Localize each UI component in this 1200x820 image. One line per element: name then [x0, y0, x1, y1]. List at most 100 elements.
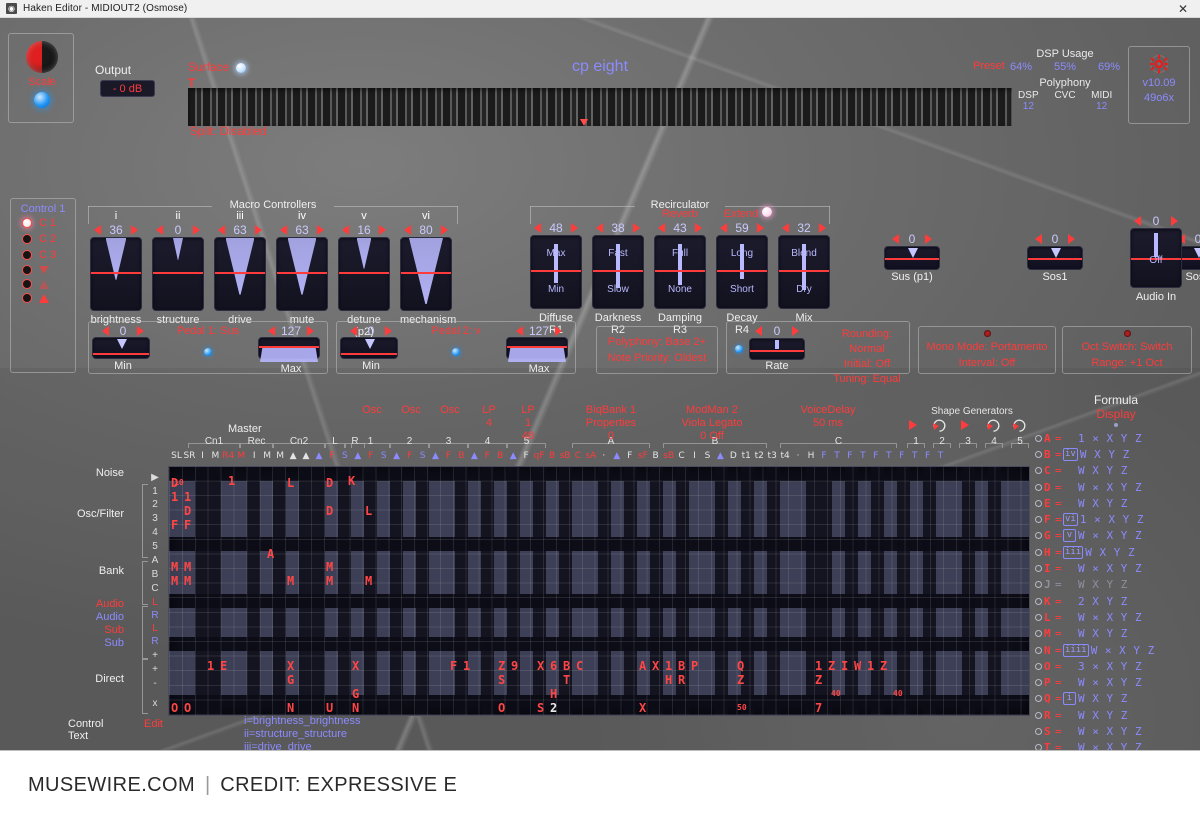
macro-slot-1[interactable] [90, 237, 142, 311]
matrix-cell-68[interactable]: 40 [893, 688, 903, 700]
control-radio-row-3[interactable]: C 3 [11, 247, 75, 263]
matrix-cell-45[interactable]: S [537, 702, 544, 714]
pedal-min-nav-1[interactable]: 0 [92, 324, 154, 338]
matrix-cell-43[interactable]: C [576, 660, 583, 672]
macro-nav-2[interactable]: 0 [152, 223, 204, 237]
formula-row-8[interactable]: H = iii W X Y Z [1035, 544, 1197, 560]
formula-radio-11[interactable] [1035, 597, 1042, 605]
formula-radio-16[interactable] [1035, 679, 1042, 687]
macro-nav-5[interactable]: 16 [338, 223, 390, 237]
arrow-right-icon[interactable] [385, 325, 392, 336]
arrow-right-icon[interactable] [307, 325, 314, 336]
rate-slot[interactable] [749, 338, 805, 360]
pedal-slider-thumb[interactable] [908, 248, 918, 258]
pedal-min-slider-1[interactable]: 0 Min [92, 324, 154, 372]
matrix-cell-51[interactable]: B [678, 660, 685, 672]
matrix-cell-66[interactable]: 7 [815, 702, 822, 714]
formula-row-3[interactable]: C = W X Y Z [1035, 463, 1197, 479]
matrix-cell-10[interactable]: L [287, 477, 294, 489]
matrix-cell-17[interactable]: M [184, 575, 191, 587]
matrix-cell-40[interactable]: X [537, 660, 544, 672]
formula-radio-10[interactable] [1035, 581, 1042, 589]
matrix-cell-42[interactable]: B [563, 660, 570, 672]
matrix-cell-60[interactable]: Z [828, 660, 835, 672]
recirc-nav-2[interactable]: 38 [592, 221, 644, 235]
matrix-cell-58[interactable]: 50 [737, 702, 747, 714]
matrix-cell-16[interactable]: M [171, 575, 178, 587]
loop-arrow-icon-4[interactable] [984, 416, 1002, 434]
arrow-left-icon[interactable] [596, 223, 603, 233]
arrow-left-icon[interactable] [342, 225, 349, 235]
matrix-cell-6[interactable]: 1 [184, 491, 191, 503]
radio-2[interactable] [22, 234, 32, 244]
arrow-left-icon[interactable] [658, 223, 665, 233]
formula-rows[interactable]: A = 1 × X Y Z B = iv W X Y Z C = W X Y Z D = W × X Y… [1035, 430, 1197, 750]
macro-slot-5[interactable] [338, 237, 390, 311]
matrix-cell-7[interactable]: D [184, 505, 191, 517]
matrix-cell-37[interactable]: 9 [511, 660, 518, 672]
matrix-cell-25[interactable]: X [287, 660, 294, 672]
matrix-cell-4[interactable]: D [171, 477, 178, 489]
matrix-cell-44[interactable]: T [563, 674, 570, 686]
pedal-slider-track-2[interactable] [1027, 246, 1083, 270]
matrix-cell-59[interactable]: 1 [815, 660, 822, 672]
formula-row-11[interactable]: K = 2 X Y Z [1035, 593, 1197, 609]
matrix-cell-38[interactable]: S [498, 674, 505, 686]
arrow-right-icon[interactable] [819, 223, 826, 233]
recirc-slider-5[interactable]: 32 Blend Dry Mix [778, 221, 830, 324]
control-radio-row-1[interactable]: C 1 [11, 215, 75, 231]
macro-slider-4[interactable]: iv 63 mute [276, 210, 328, 326]
arrow-left-icon[interactable] [720, 223, 727, 233]
matrix-cell-14[interactable]: M [171, 561, 178, 573]
arrow-right-icon[interactable] [792, 326, 799, 336]
formula-row-12[interactable]: L = W × X Y Z [1035, 609, 1197, 625]
matrix-cell-36[interactable]: Z [498, 660, 505, 672]
matrix-cell-8[interactable]: F [171, 519, 178, 531]
rate-nav[interactable]: 0 [749, 324, 805, 338]
formula-row-13[interactable]: M = W X Y Z [1035, 626, 1197, 642]
formula-row-4[interactable]: D = W × X Y Z [1035, 479, 1197, 495]
split-label[interactable]: Split: Disabled [190, 124, 267, 138]
formula-radio-7[interactable] [1035, 532, 1042, 540]
matrix-cell-30[interactable]: O [184, 702, 191, 714]
macro-slider-3[interactable]: iii 63 drive [214, 210, 266, 326]
matrix-cell-15[interactable]: M [184, 561, 191, 573]
surface-keybed[interactable] [188, 88, 1012, 126]
arrow-left-icon[interactable] [1035, 234, 1042, 244]
formula-row-5[interactable]: E = W X Y Z [1035, 495, 1197, 511]
formula-row-19[interactable]: S = W × X Y Z [1035, 723, 1197, 739]
formula-row-7[interactable]: G = v W × X Y Z [1035, 528, 1197, 544]
formula-row-14[interactable]: N = iiii W × X Y Z [1035, 642, 1197, 658]
routing-matrix[interactable]: 10 1 K D 1 1 D F F L D D L M M M M M M M M A 1 E X G X G O O N U N F 1 Z 9 S O… [168, 466, 1030, 716]
matrix-cell-48[interactable]: A [639, 660, 646, 672]
radio-4[interactable] [22, 265, 32, 275]
formula-row-17[interactable]: Q = i W X Y Z [1035, 691, 1197, 707]
pedal-slider-thumb[interactable] [1194, 248, 1200, 258]
matrix-cell-34[interactable]: F [450, 660, 457, 672]
arrow-left-icon[interactable] [102, 325, 109, 336]
macro-slot-3[interactable] [214, 237, 266, 311]
matrix-cell-47[interactable]: 2 [550, 702, 557, 714]
pedal-slider-nav-1[interactable]: 0 [884, 232, 940, 246]
matrix-cell-54[interactable]: R [678, 674, 685, 686]
matrix-cell-49[interactable]: X [652, 660, 659, 672]
macro-nav-1[interactable]: 36 [90, 223, 142, 237]
arrow-left-icon[interactable] [404, 225, 411, 235]
matrix-cell-31[interactable]: N [287, 702, 294, 714]
pedal-max-slider-1[interactable]: 127 Max [258, 324, 324, 375]
matrix-cell-18[interactable]: M [287, 575, 294, 587]
arrow-right-icon[interactable] [925, 234, 932, 244]
matrix-cell-57[interactable]: Z [737, 674, 744, 686]
arrow-right-icon[interactable] [193, 225, 200, 235]
pedal-min-thumb[interactable] [365, 339, 375, 349]
pedal-max-track-1[interactable] [258, 337, 320, 362]
pedal-max-nav-1[interactable]: 127 [258, 324, 324, 338]
recirc-slider-4[interactable]: 59 Long Short Decay R4 [716, 221, 768, 336]
formula-radio-8[interactable] [1035, 548, 1042, 556]
formula-radio-12[interactable] [1035, 613, 1042, 621]
matrix-cell-27[interactable]: X [352, 660, 359, 672]
formula-badge-2[interactable]: iv [1063, 447, 1078, 461]
control-text-edit-button[interactable]: Edit [144, 718, 163, 730]
loop-arrow-icon-5[interactable] [1010, 416, 1028, 434]
arrow-left-icon[interactable] [156, 225, 163, 235]
